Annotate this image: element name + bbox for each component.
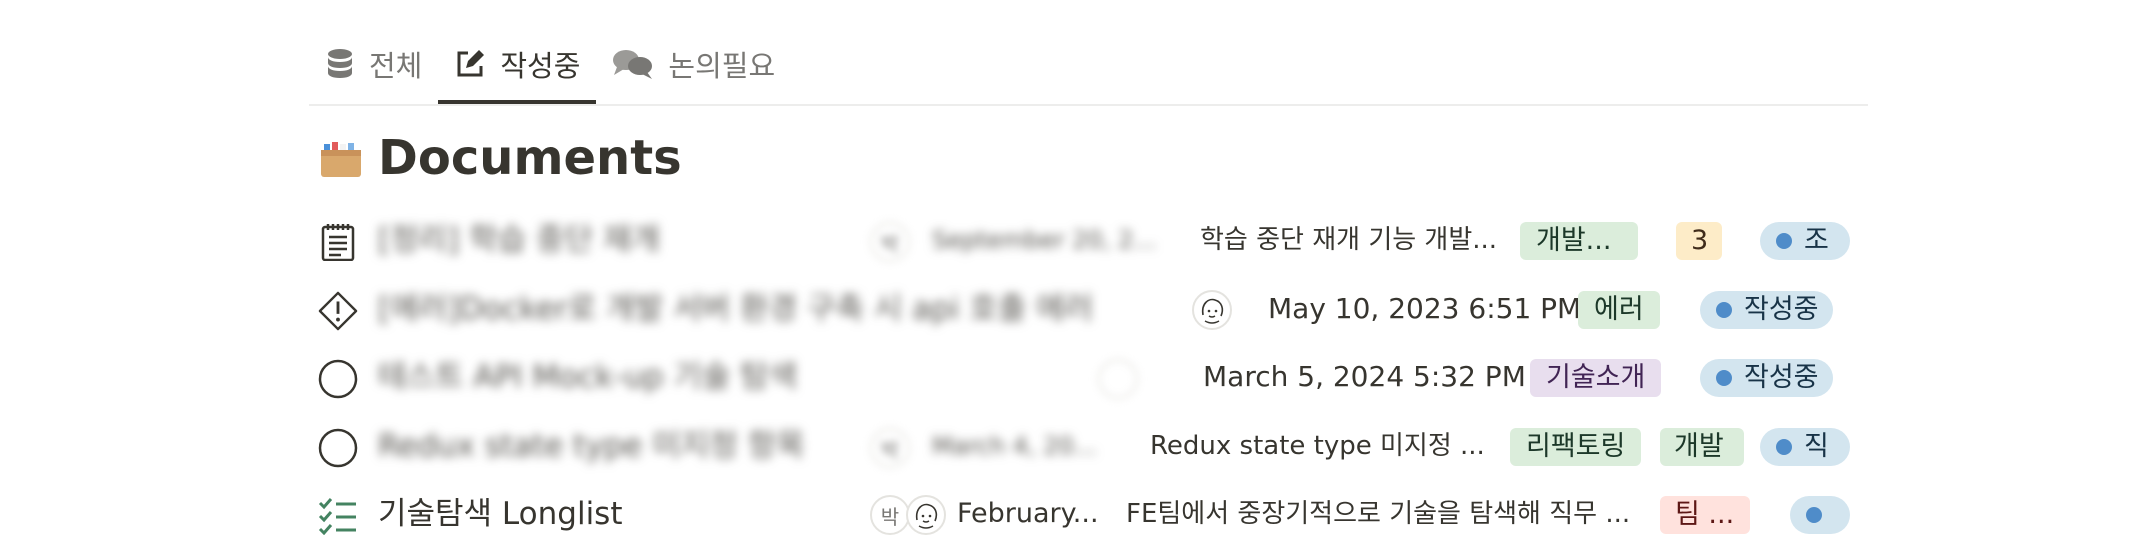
edit-icon	[457, 50, 485, 77]
tag: 3	[1676, 222, 1722, 260]
document-title[interactable]: Redux state type 미지정 항목	[378, 426, 805, 466]
status-dot	[1806, 507, 1822, 523]
avatar: 박	[870, 222, 910, 262]
tag: 개발	[1660, 428, 1744, 466]
table-row[interactable]: 기술탐색 Longlist 박 February... FE팀에서 중장기적으로…	[0, 482, 2146, 546]
status-badge: 작성중	[1700, 359, 1833, 397]
tabs-divider	[309, 104, 1868, 106]
tag: 리팩토링	[1510, 428, 1642, 466]
page-title: Documents	[378, 130, 682, 186]
status-dot	[1776, 233, 1792, 249]
checklist-icon	[318, 496, 358, 536]
date-cell: September 20, 2...	[932, 226, 1157, 254]
summary-cell: 학습 중단 재개 기능 개발...	[1200, 225, 1498, 255]
summary-cell: Redux state type 미지정 ...	[1150, 431, 1485, 461]
table-row[interactable]: [정리] 학습 중단 재개 박 September 20, 2... 학습 중단…	[0, 208, 2146, 272]
file-cabinet-icon	[321, 142, 361, 177]
status-label: 작성중	[1744, 362, 1819, 393]
avatar	[906, 495, 946, 535]
status-badge: 작성중	[1700, 291, 1833, 329]
page-header: Documents	[320, 130, 682, 186]
status-label: 직	[1804, 431, 1829, 462]
table-row[interactable]: Redux state type 미지정 항목 박 March 4, 20...…	[0, 414, 2146, 478]
database-icon	[328, 49, 352, 78]
document-title[interactable]: [정리] 학습 중단 재개	[378, 220, 660, 260]
status-dot	[1716, 302, 1732, 318]
notepad-icon	[318, 222, 358, 262]
avatar: 박	[870, 428, 910, 468]
status-badge: 직	[1760, 428, 1850, 466]
avatar	[1098, 359, 1138, 399]
document-title[interactable]: 기술탐색 Longlist	[378, 494, 622, 534]
circle-icon	[318, 359, 358, 399]
date-cell: March 5, 2024 5:32 PM	[1203, 360, 1526, 393]
avatar: 박	[870, 495, 910, 535]
tab-all-label: 전체	[369, 49, 423, 83]
tab-all[interactable]: 전체	[309, 30, 438, 98]
table-row[interactable]: [에러]Docker로 개발 서버 환경 구축 시 api 호출 에러 May …	[0, 277, 2146, 341]
status-badge	[1790, 496, 1850, 534]
circle-icon	[318, 428, 358, 468]
tab-discussion[interactable]: 논의필요	[596, 30, 791, 98]
tag: 에러	[1578, 291, 1660, 329]
view-tabs: 전체 작성중 논의필요	[309, 30, 791, 106]
status-label: 작성중	[1744, 294, 1819, 325]
status-dot	[1716, 370, 1732, 386]
user-face-icon	[915, 503, 938, 529]
document-title[interactable]: 테스트 API Mock-up 기술 탐색	[378, 357, 797, 397]
summary-cell: FE팀에서 중장기적으로 기술을 탐색해 직무 ...	[1126, 499, 1631, 529]
tab-drafting-label: 작성중	[500, 49, 581, 83]
status-dot	[1776, 439, 1792, 455]
date-cell: May 10, 2023 6:51 PM	[1268, 292, 1582, 325]
user-face-icon	[1201, 298, 1224, 324]
date-cell: March 4, 20...	[932, 432, 1097, 460]
table-row[interactable]: 테스트 API Mock-up 기술 탐색 March 5, 2024 5:32…	[0, 345, 2146, 409]
tab-drafting[interactable]: 작성중	[438, 30, 597, 104]
document-title[interactable]: [에러]Docker로 개발 서버 환경 구축 시 api 호출 에러	[378, 289, 1093, 329]
tab-discussion-label: 논의필요	[668, 49, 776, 83]
warning-diamond-icon	[318, 291, 358, 331]
chat-icon	[613, 50, 653, 79]
status-label: 조	[1804, 225, 1829, 256]
tag: 기술소개	[1530, 359, 1662, 397]
date-cell: February...	[957, 498, 1099, 529]
tag: 팀 ...	[1660, 496, 1750, 534]
tag: 개발...	[1520, 222, 1638, 260]
status-badge: 조	[1760, 222, 1850, 260]
avatar	[1192, 290, 1232, 330]
